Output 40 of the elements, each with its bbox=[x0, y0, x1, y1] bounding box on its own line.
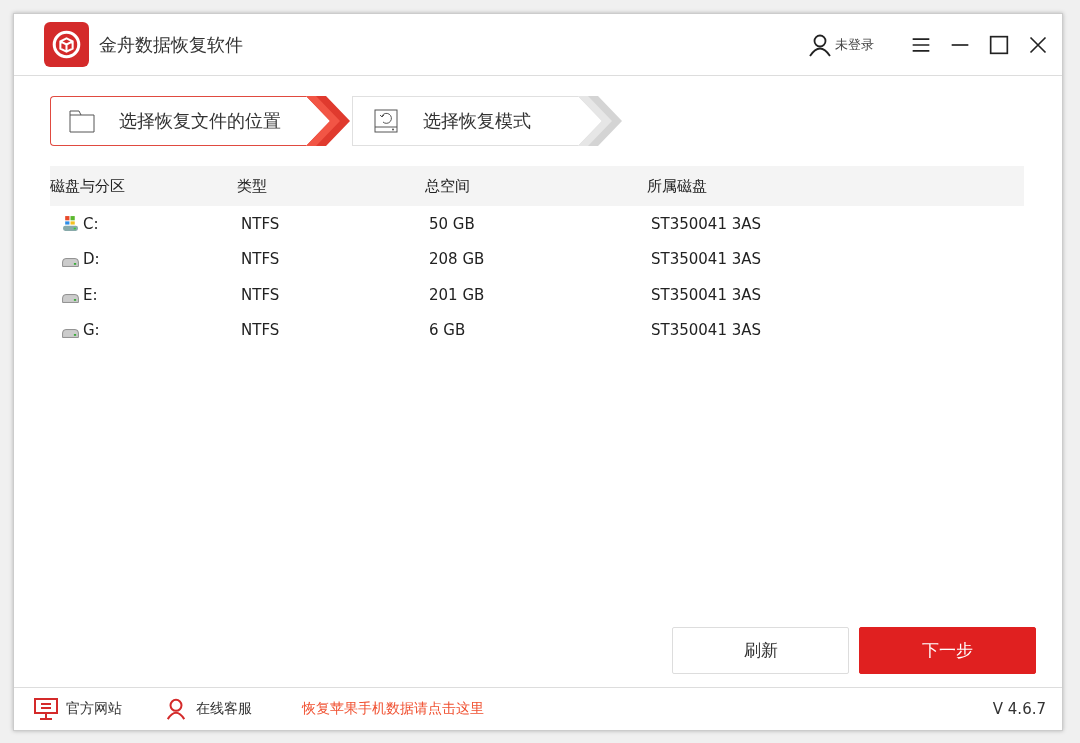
chevron-arrow-icon bbox=[306, 96, 352, 146]
column-header: 总空间 bbox=[425, 176, 471, 196]
column-header: 所属磁盘 bbox=[647, 176, 708, 196]
table-cell-text: NTFS bbox=[240, 321, 281, 340]
table-cell-text: ST350041 3AS bbox=[650, 321, 763, 340]
next-button[interactable]: 下一步 bbox=[859, 627, 1036, 674]
monitor-icon bbox=[34, 698, 58, 720]
column-header: 类型 bbox=[237, 176, 268, 196]
table-cell-text: 50 GB bbox=[428, 214, 476, 233]
chevron-arrow-icon bbox=[578, 96, 624, 146]
refresh-button[interactable]: 刷新 bbox=[672, 627, 849, 674]
table-cell-text: 201 GB bbox=[428, 285, 486, 304]
table-cell-text: ST350041 3AS bbox=[650, 250, 763, 269]
partition-name[interactable]: D: bbox=[83, 250, 100, 269]
user-icon[interactable] bbox=[808, 32, 832, 57]
table-cell-text: 208 GB bbox=[428, 250, 486, 269]
table-cell-text: 6 GB bbox=[428, 321, 467, 340]
table-cell-text: ST350041 3AS bbox=[650, 285, 763, 304]
partition-name[interactable]: G: bbox=[83, 321, 100, 340]
website-link[interactable]: 官方网站 bbox=[66, 700, 122, 718]
table-cell-text: NTFS bbox=[240, 250, 281, 269]
folder-icon bbox=[69, 109, 95, 133]
app-logo-icon bbox=[44, 22, 89, 67]
user-icon bbox=[164, 698, 188, 720]
maximize-icon[interactable] bbox=[989, 34, 1009, 55]
system-drive-icon bbox=[62, 215, 79, 233]
column-header: 磁盘与分区 bbox=[50, 176, 126, 196]
support-link[interactable]: 在线客服 bbox=[196, 700, 252, 718]
login-status-link[interactable]: 未登录 bbox=[835, 35, 874, 54]
version-label: V 4.6.7 bbox=[992, 700, 1046, 718]
step-tab[interactable]: 选择恢复模式 bbox=[352, 96, 578, 146]
partition-name[interactable]: E: bbox=[83, 285, 98, 304]
step-tab[interactable]: 选择恢复文件的位置 bbox=[50, 96, 306, 146]
close-icon[interactable] bbox=[1028, 34, 1048, 55]
partition-name[interactable]: C: bbox=[83, 214, 99, 233]
promo-link[interactable]: 恢复苹果手机数据请点击这里 bbox=[302, 700, 484, 718]
table-cell-text: NTFS bbox=[240, 214, 281, 233]
table-cell-text: NTFS bbox=[240, 285, 281, 304]
window-title: 金舟数据恢复软件 bbox=[99, 32, 243, 57]
table-cell-text: ST350041 3AS bbox=[650, 214, 763, 233]
